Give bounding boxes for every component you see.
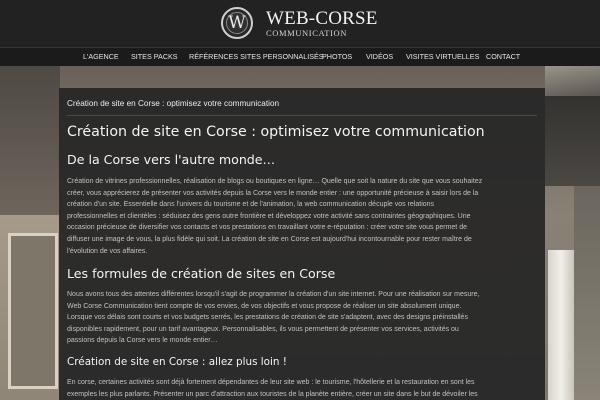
logo-subtitle: COMMUNICATION [266, 27, 347, 38]
paragraph-line: création d'un site. Essentielle dans l'u… [67, 201, 435, 209]
background-photo-door-frame [0, 215, 60, 400]
paragraph-line: créer, vous apprécierez de présenter vos… [67, 189, 479, 197]
nav-item-agence[interactable]: L'AGENCE [83, 48, 119, 66]
logo-emblem-icon: W [221, 7, 253, 39]
site-logo[interactable]: W WEB-CORSE COMMUNICATION [221, 6, 378, 40]
background-photo-left-wall [0, 66, 60, 216]
breadcrumb-divider [67, 115, 537, 116]
paragraph-line: l'évolution de vos affaires. [67, 247, 148, 255]
paragraph-line: Web Corse Communication tient compte de … [67, 302, 462, 310]
section-heading: Les formules de création de sites en Cor… [67, 266, 336, 281]
paragraph-line: En corse, certaines activités sont déjà … [67, 379, 475, 386]
paragraph-line: Création de vitrines professionnelles, r… [67, 178, 483, 185]
paragraph-line: Lorsque vos délais sont courts et vos bu… [67, 314, 468, 322]
logo-title: WEB-CORSE [266, 7, 378, 29]
logo-text: WEB-CORSE COMMUNICATION [266, 9, 378, 38]
breadcrumb: Création de site en Corse : optimisez vo… [67, 99, 280, 108]
nav-item-videos[interactable]: VIDÉOS [366, 48, 393, 66]
background-photo-pillar [548, 250, 574, 400]
section-paragraph: En corse, certaines activités sont déjà … [67, 377, 537, 400]
paragraph-line: exemples les plus parlants. Présenter un… [67, 390, 478, 398]
main-nav: L'AGENCE SITES PACKS RÉFÉRENCES SITES PE… [0, 47, 600, 66]
logo-emblem-letter: W [228, 13, 246, 33]
paragraph-line: Nous avons tous des attentes différentes… [67, 291, 480, 298]
section-heading: De la Corse vers l'autre monde… [67, 152, 276, 167]
nav-item-visites-virtuelles[interactable]: VISITES VIRTUELLES [406, 48, 479, 66]
background-photo-right-side [574, 186, 600, 400]
section-subheading: Création de site en Corse : allez plus l… [67, 356, 287, 368]
paragraph-line: passions depuis la Corse vers le monde e… [67, 337, 218, 345]
nav-item-sites-packs[interactable]: SITES PACKS [131, 48, 178, 66]
nav-item-photos[interactable]: PHOTOS [322, 48, 352, 66]
section-paragraph: Création de vitrines professionnelles, r… [67, 176, 537, 257]
site-header: W WEB-CORSE COMMUNICATION [0, 0, 600, 47]
section-paragraph: Nous avons tous des attentes différentes… [67, 289, 537, 347]
nav-item-references[interactable]: RÉFÉRENCES SITES PERSONNALISÉS [189, 48, 324, 66]
content-panel: Création de site en Corse : optimisez vo… [59, 88, 545, 400]
background-photo-roof [545, 66, 600, 96]
paragraph-line: diffuser une image de vous, la plus fidè… [67, 235, 472, 243]
paragraph-line: disponibles rapidement, pour un tarif av… [67, 325, 459, 333]
nav-item-contact[interactable]: CONTACT [486, 48, 520, 66]
page-title: Création de site en Corse : optimisez vo… [67, 124, 485, 140]
paragraph-line: occasion précieuse de diversifier vos co… [67, 224, 467, 232]
paragraph-line: professionnelles et clientèles : séduise… [67, 212, 471, 220]
